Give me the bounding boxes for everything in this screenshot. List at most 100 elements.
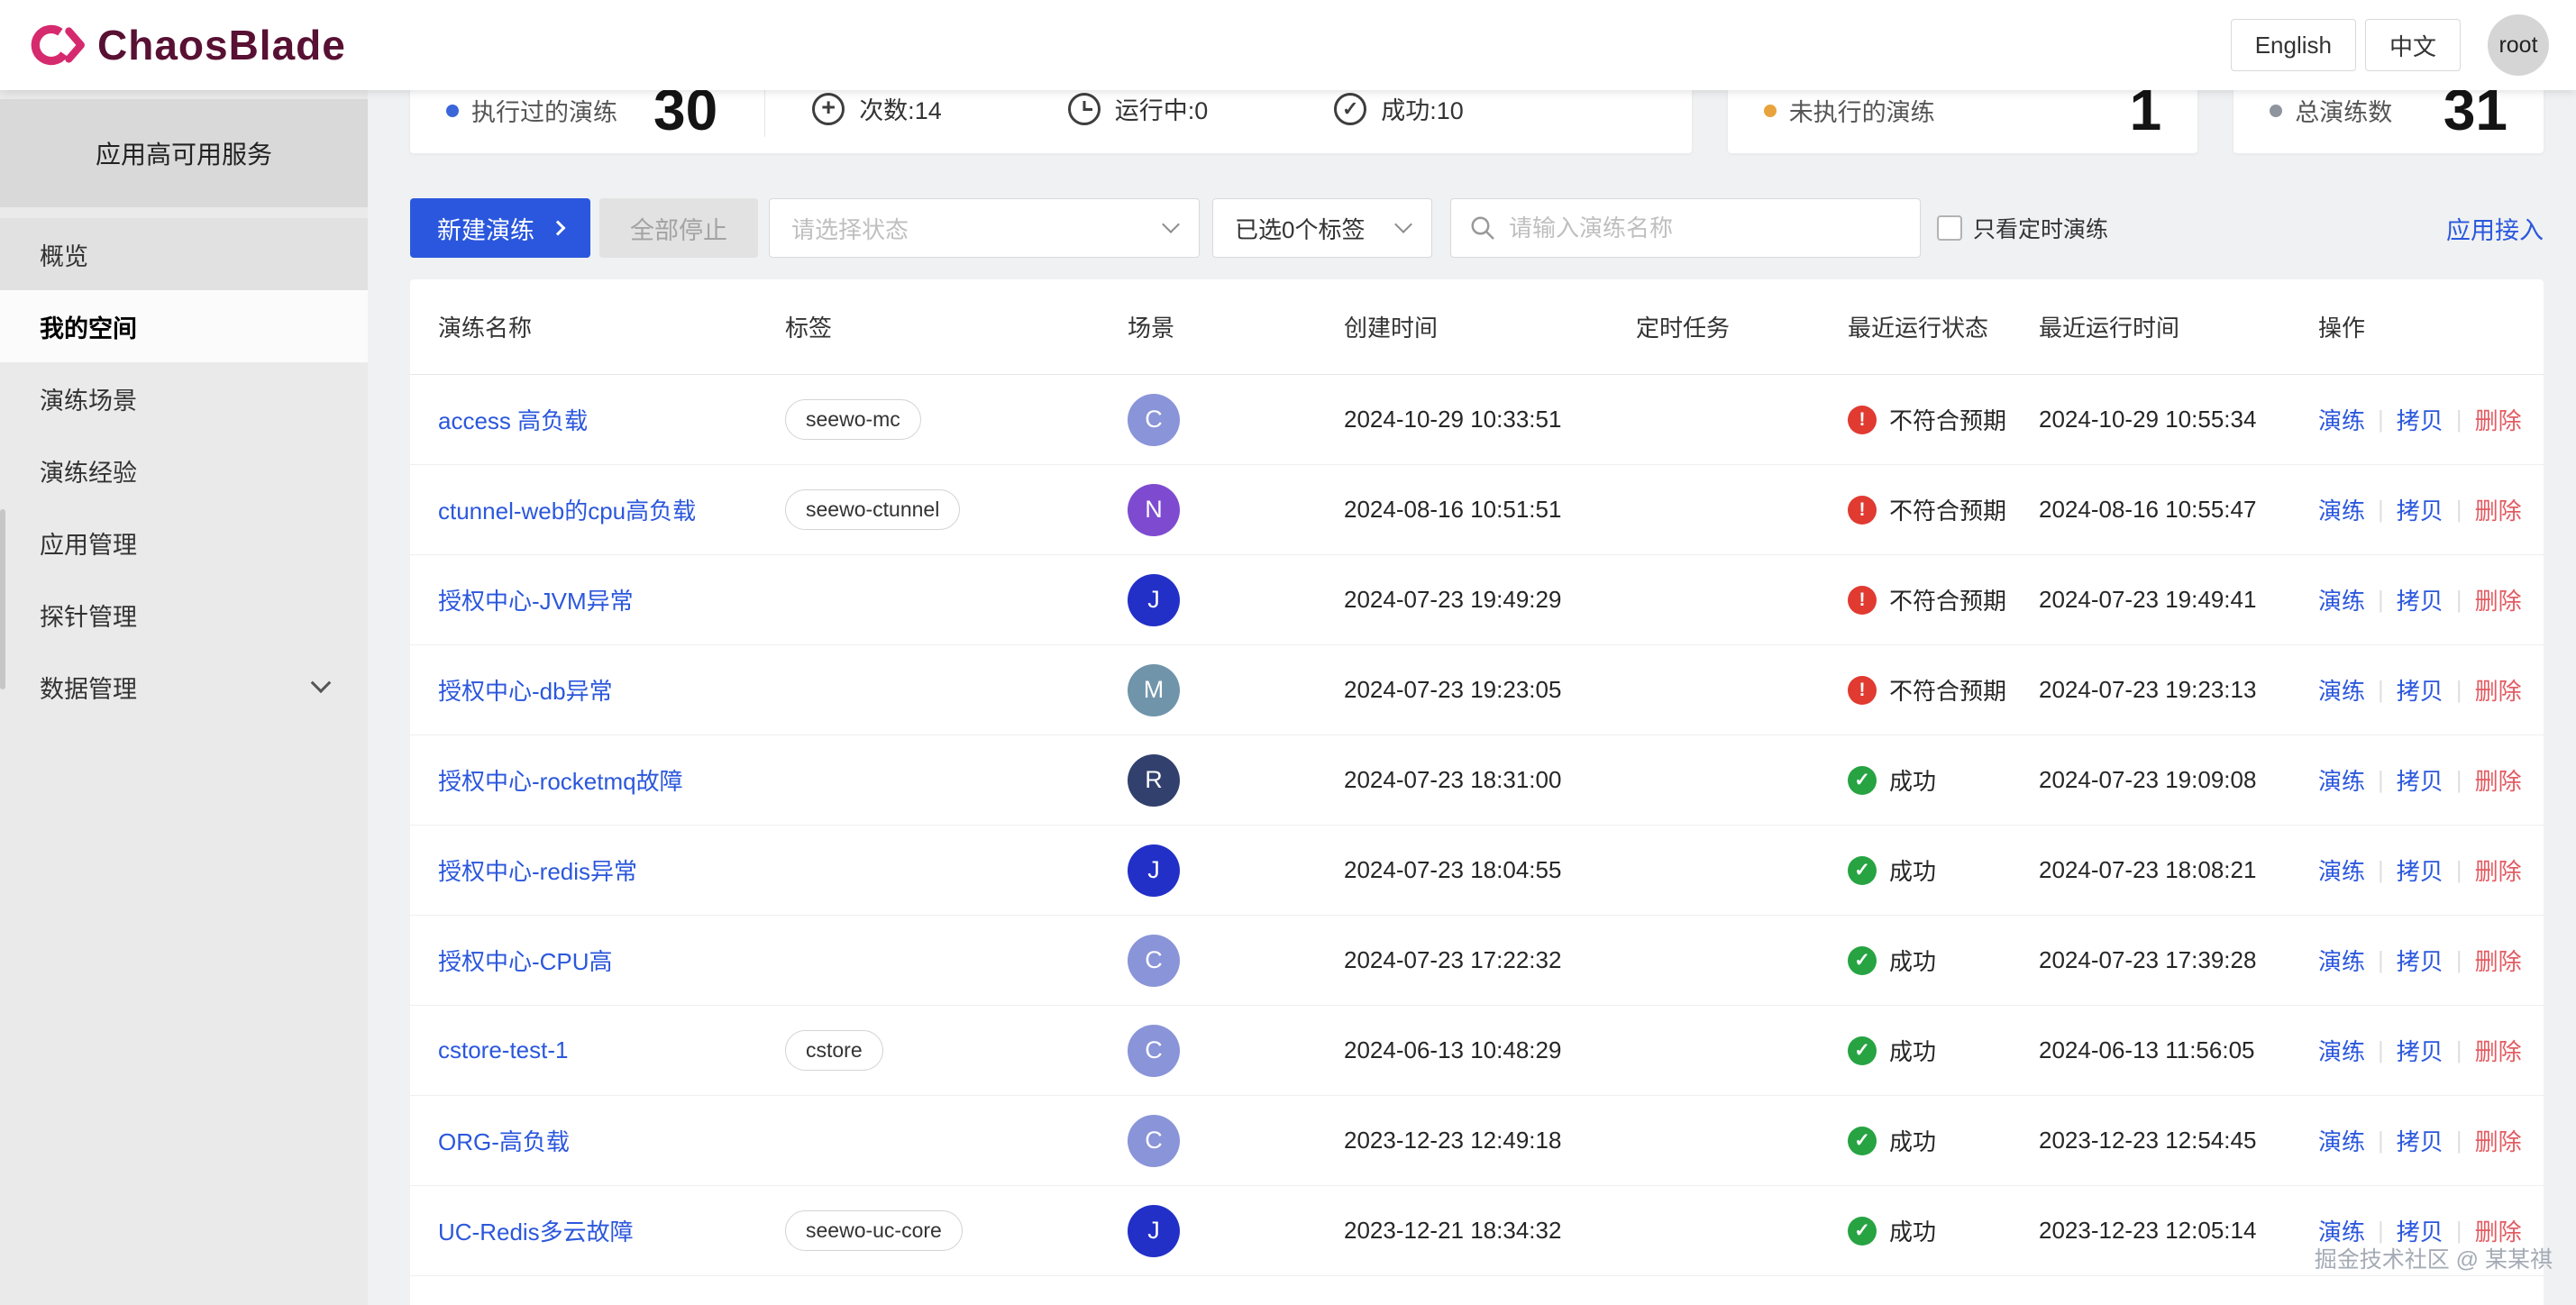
delete-action[interactable]: 删除 (2475, 403, 2522, 436)
delete-action[interactable]: 删除 (2475, 493, 2522, 526)
sidebar-item-label: 演练场景 (40, 381, 137, 416)
sidebar-menu: 概览 我的空间 演练场景 演练经验 应用管理 探针管理 数据管理 (0, 218, 368, 723)
delete-action[interactable]: 删除 (2475, 1124, 2522, 1157)
column-header-last-run: 最近运行时间 (2039, 310, 2318, 343)
delete-action[interactable]: 删除 (2475, 853, 2522, 887)
scene-cell: C (1128, 935, 1344, 987)
actions-cell: 演练|拷贝|删除 (2318, 1124, 2544, 1157)
experiment-name-link[interactable]: ctunnel-web的cpu高负载 (438, 497, 696, 525)
experiment-name-link[interactable]: 授权中心-JVM异常 (438, 588, 634, 615)
experiment-name-link[interactable]: 授权中心-rocketmq故障 (438, 768, 683, 795)
action-separator: | (2378, 856, 2384, 884)
error-status-icon: ! (1848, 496, 1877, 525)
tag-filter-select[interactable]: 已选0个标签 (1212, 198, 1432, 258)
experiment-name-link[interactable]: ORG-高负载 (438, 1128, 570, 1155)
lang-button-chinese[interactable]: 中文 (2365, 19, 2461, 71)
executed-label: 执行过的演练 (471, 93, 617, 128)
total-dot (2270, 105, 2282, 117)
copy-action[interactable]: 拷贝 (2397, 583, 2444, 616)
copy-action[interactable]: 拷贝 (2397, 493, 2444, 526)
name-cell: cstore-test-1 (410, 1036, 785, 1064)
experiment-table: 演练名称 标签 场景 创建时间 定时任务 最近运行状态 最近运行时间 操作 ac… (410, 279, 2544, 1305)
action-separator: | (2456, 766, 2462, 794)
app-access-link[interactable]: 应用接入 (2446, 211, 2544, 246)
create-drill-button[interactable]: 新建演练 (410, 198, 590, 258)
total-value: 31 (2444, 90, 2507, 139)
search-icon (1469, 214, 1496, 242)
scheduled-only-checkbox[interactable] (1937, 215, 1962, 241)
action-separator: | (2378, 496, 2384, 524)
sidebar-item-label: 概览 (40, 237, 88, 272)
run-action[interactable]: 演练 (2318, 583, 2365, 616)
table-row: 授权中心-db异常M2024-07-23 19:23:05!不符合预期2024-… (410, 645, 2544, 735)
run-action[interactable]: 演练 (2318, 493, 2365, 526)
run-action[interactable]: 演练 (2318, 673, 2365, 707)
scene-cell: M (1128, 664, 1344, 716)
column-header-scene: 场景 (1128, 310, 1344, 343)
executed-dot (446, 105, 459, 117)
table-row: 授权中心-rocketmq故障R2024-07-23 18:31:00✓成功20… (410, 735, 2544, 826)
tag-cell: cstore (785, 1030, 1128, 1071)
actions-cell: 演练|拷贝|删除 (2318, 403, 2544, 436)
sidebar-item-overview[interactable]: 概览 (0, 218, 368, 290)
chevron-right-icon (551, 221, 566, 236)
run-action[interactable]: 演练 (2318, 1124, 2365, 1157)
tag-pill: cstore (785, 1030, 883, 1071)
run-action[interactable]: 演练 (2318, 1034, 2365, 1067)
status-text: 成功 (1889, 853, 1936, 887)
last-run-time: 2024-07-23 19:49:41 (2039, 586, 2318, 614)
run-action[interactable]: 演练 (2318, 763, 2365, 797)
sidebar-item-label: 探针管理 (40, 598, 137, 633)
sidebar-item-my-space[interactable]: 我的空间 (0, 290, 368, 362)
run-action[interactable]: 演练 (2318, 403, 2365, 436)
sidebar-item-data-management[interactable]: 数据管理 (0, 651, 368, 723)
sidebar-item-label: 数据管理 (40, 670, 137, 705)
experiment-name-link[interactable]: 授权中心-CPU高 (438, 948, 613, 975)
status-select[interactable]: 请选择状态 (769, 198, 1200, 258)
copy-action[interactable]: 拷贝 (2397, 1124, 2444, 1157)
search-input[interactable] (1509, 214, 1902, 242)
not-executed-label: 未执行的演练 (1789, 93, 1935, 128)
scene-cell: C (1128, 1025, 1344, 1077)
user-avatar[interactable]: root (2488, 14, 2549, 76)
status-text: 不符合预期 (1889, 583, 2006, 616)
copy-action[interactable]: 拷贝 (2397, 944, 2444, 977)
sidebar-scrollbar[interactable] (0, 509, 5, 689)
tag-cell: seewo-ctunnel (785, 489, 1128, 530)
run-action[interactable]: 演练 (2318, 853, 2365, 887)
table-row: 授权中心-CPU高C2024-07-23 17:22:32✓成功2024-07-… (410, 916, 2544, 1006)
sidebar-item-app-management[interactable]: 应用管理 (0, 506, 368, 579)
search-box (1450, 198, 1921, 258)
experiment-name-link[interactable]: 授权中心-db异常 (438, 678, 613, 705)
clock-icon (1068, 93, 1101, 125)
name-cell: 授权中心-JVM异常 (410, 583, 785, 616)
scene-cell: J (1128, 574, 1344, 626)
run-action[interactable]: 演练 (2318, 944, 2365, 977)
sidebar-item-probe-management[interactable]: 探针管理 (0, 579, 368, 651)
experiment-name-link[interactable]: 授权中心-redis异常 (438, 858, 637, 885)
last-run-time: 2024-06-13 11:56:05 (2039, 1036, 2318, 1064)
actions-cell: 演练|拷贝|删除 (2318, 944, 2544, 977)
delete-action[interactable]: 删除 (2475, 673, 2522, 707)
stop-all-button[interactable]: 全部停止 (599, 198, 758, 258)
lang-button-english[interactable]: English (2231, 19, 2356, 71)
delete-action[interactable]: 删除 (2475, 583, 2522, 616)
scene-cell: C (1128, 394, 1344, 446)
copy-action[interactable]: 拷贝 (2397, 763, 2444, 797)
delete-action[interactable]: 删除 (2475, 1034, 2522, 1067)
delete-action[interactable]: 删除 (2475, 763, 2522, 797)
stat-divider (764, 90, 765, 137)
delete-action[interactable]: 删除 (2475, 944, 2522, 977)
experiment-name-link[interactable]: cstore-test-1 (438, 1036, 569, 1063)
sidebar-item-drill-experience[interactable]: 演练经验 (0, 434, 368, 506)
top-header: ChaosBlade English 中文 root (0, 0, 2576, 90)
experiment-name-link[interactable]: UC-Redis多云故障 (438, 1218, 634, 1246)
copy-action[interactable]: 拷贝 (2397, 403, 2444, 436)
copy-action[interactable]: 拷贝 (2397, 853, 2444, 887)
error-status-icon: ! (1848, 676, 1877, 705)
copy-action[interactable]: 拷贝 (2397, 673, 2444, 707)
experiment-name-link[interactable]: access 高负载 (438, 407, 588, 434)
copy-action[interactable]: 拷贝 (2397, 1034, 2444, 1067)
sidebar-item-drill-scenes[interactable]: 演练场景 (0, 362, 368, 434)
name-cell: UC-Redis多云故障 (410, 1214, 785, 1247)
